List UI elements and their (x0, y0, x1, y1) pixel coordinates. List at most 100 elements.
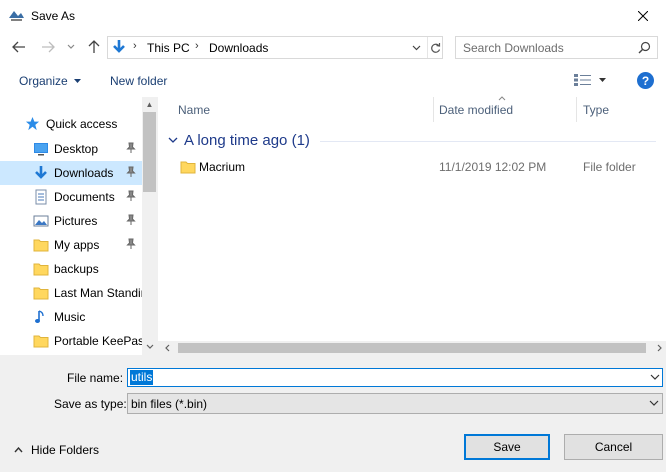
close-button[interactable] (620, 0, 666, 31)
scroll-right-icon[interactable] (652, 341, 666, 355)
up-button[interactable] (86, 39, 102, 55)
hide-folders-button[interactable]: Hide Folders (14, 443, 99, 457)
file-list: Name Date modified Type A long time ago … (158, 96, 666, 355)
file-type: File folder (583, 160, 636, 174)
recent-locations-button[interactable] (66, 39, 76, 55)
documents-icon (35, 189, 47, 205)
sidebar-item-label: Portable KeePass (54, 334, 142, 348)
folder-icon (33, 335, 49, 348)
sidebar-item-desktop[interactable]: Desktop (0, 137, 142, 161)
download-icon (113, 40, 125, 53)
pin-icon[interactable] (126, 238, 136, 250)
scrollbar-thumb[interactable] (178, 343, 646, 353)
column-header-label: Name (178, 103, 211, 117)
column-header-name[interactable]: Name (158, 97, 433, 122)
chevron-left-icon (164, 344, 169, 352)
search-placeholder: Search Downloads (463, 41, 564, 55)
sidebar-item-label: backups (54, 262, 99, 276)
sidebar-item-last-man-standing[interactable]: Last Man Standin (0, 281, 142, 305)
folder-icon (33, 287, 49, 300)
search-icon (638, 41, 651, 54)
address-dropdown-button[interactable] (408, 40, 424, 56)
chevron-down-icon[interactable] (650, 374, 660, 380)
caret-down-icon (73, 79, 81, 83)
refresh-button[interactable] (427, 37, 443, 58)
pin-icon[interactable] (126, 214, 136, 226)
table-row[interactable]: Macrium 11/1/2019 12:02 PM File folder (176, 157, 656, 177)
group-divider (320, 141, 656, 142)
chevron-right-icon (657, 344, 662, 352)
file-list-horizontal-scrollbar[interactable] (158, 341, 666, 355)
address-bar[interactable]: › This PC › Downloads (107, 36, 443, 59)
pictures-icon (33, 215, 49, 227)
close-icon (638, 10, 648, 21)
back-button[interactable] (11, 39, 27, 55)
music-icon (35, 310, 44, 323)
breadcrumb-this-pc[interactable]: This PC (147, 41, 190, 55)
arrow-left-icon (12, 41, 25, 53)
change-view-button[interactable] (573, 73, 609, 89)
chevron-down-icon (146, 344, 153, 349)
sidebar-item-label: Music (54, 310, 86, 324)
scroll-down-icon[interactable] (142, 339, 157, 353)
sidebar-item-pictures[interactable]: Pictures (0, 209, 142, 233)
group-header-label: A long time ago (1) (184, 132, 310, 149)
app-icon (9, 11, 24, 21)
title-bar: Save As (0, 0, 666, 31)
navigation-pane: Quick access Desktop Downloads Documents… (0, 97, 157, 355)
sidebar-item-label: Last Man Standin (54, 286, 142, 300)
group-header[interactable]: A long time ago (1) (168, 132, 310, 149)
chevron-up-icon (14, 447, 23, 453)
file-name-label: File name: (67, 371, 124, 385)
file-name-field[interactable]: utils (127, 368, 663, 387)
breadcrumb-separator-icon: › (195, 40, 199, 52)
scroll-left-icon[interactable] (160, 341, 174, 355)
forward-button[interactable] (40, 39, 56, 55)
column-header-type[interactable]: Type (577, 97, 666, 122)
pin-icon[interactable] (126, 166, 136, 178)
command-bar: Organize New folder ? (0, 64, 666, 97)
navigation-pane-scrollbar[interactable]: ▲ (142, 97, 157, 355)
chevron-down-icon (67, 44, 75, 49)
details-view-icon (574, 74, 591, 86)
cancel-button[interactable]: Cancel (564, 434, 663, 460)
file-name: Macrium (199, 160, 246, 174)
sidebar-item-downloads[interactable]: Downloads (0, 161, 142, 185)
pin-icon[interactable] (126, 142, 136, 154)
sidebar-item-portable-keepass[interactable]: Portable KeePass (0, 329, 142, 353)
breadcrumb-downloads[interactable]: Downloads (209, 41, 268, 55)
sort-ascending-icon (498, 96, 506, 101)
file-name-value: utils (130, 370, 154, 385)
save-button[interactable]: Save (464, 434, 550, 460)
save-as-type-value: bin files (*.bin) (131, 397, 208, 411)
chevron-down-icon (649, 400, 659, 406)
folder-icon (33, 239, 49, 252)
search-input[interactable]: Search Downloads (455, 36, 658, 59)
scroll-up-icon[interactable]: ▲ (142, 97, 157, 111)
desktop-icon (34, 143, 48, 156)
hide-folders-label: Hide Folders (31, 443, 100, 457)
download-icon (35, 166, 47, 179)
file-date-modified: 11/1/2019 12:02 PM (439, 160, 547, 174)
arrow-right-icon (42, 41, 55, 53)
caret-down-icon (599, 78, 606, 82)
column-header-label: Date modified (439, 103, 514, 117)
breadcrumb-separator-icon: › (133, 40, 137, 52)
scrollbar-thumb[interactable] (143, 112, 156, 192)
sidebar-item-music[interactable]: Music (0, 305, 142, 329)
help-button[interactable]: ? (637, 72, 654, 89)
save-as-type-select[interactable]: bin files (*.bin) (127, 393, 663, 414)
folder-icon (33, 263, 49, 276)
sidebar-item-documents[interactable]: Documents (0, 185, 142, 209)
star-icon (25, 116, 40, 131)
sidebar-item-backups[interactable]: backups (0, 257, 142, 281)
folder-icon (180, 161, 196, 174)
new-folder-button[interactable]: New folder (110, 74, 167, 88)
sidebar-item-my-apps[interactable]: My apps (0, 233, 142, 257)
chevron-down-icon (168, 137, 178, 143)
arrow-up-icon (88, 40, 100, 53)
pin-icon[interactable] (126, 190, 136, 202)
help-icon: ? (641, 73, 650, 88)
column-header-date-modified[interactable]: Date modified (434, 96, 576, 122)
organize-button[interactable]: Organize (19, 74, 81, 88)
